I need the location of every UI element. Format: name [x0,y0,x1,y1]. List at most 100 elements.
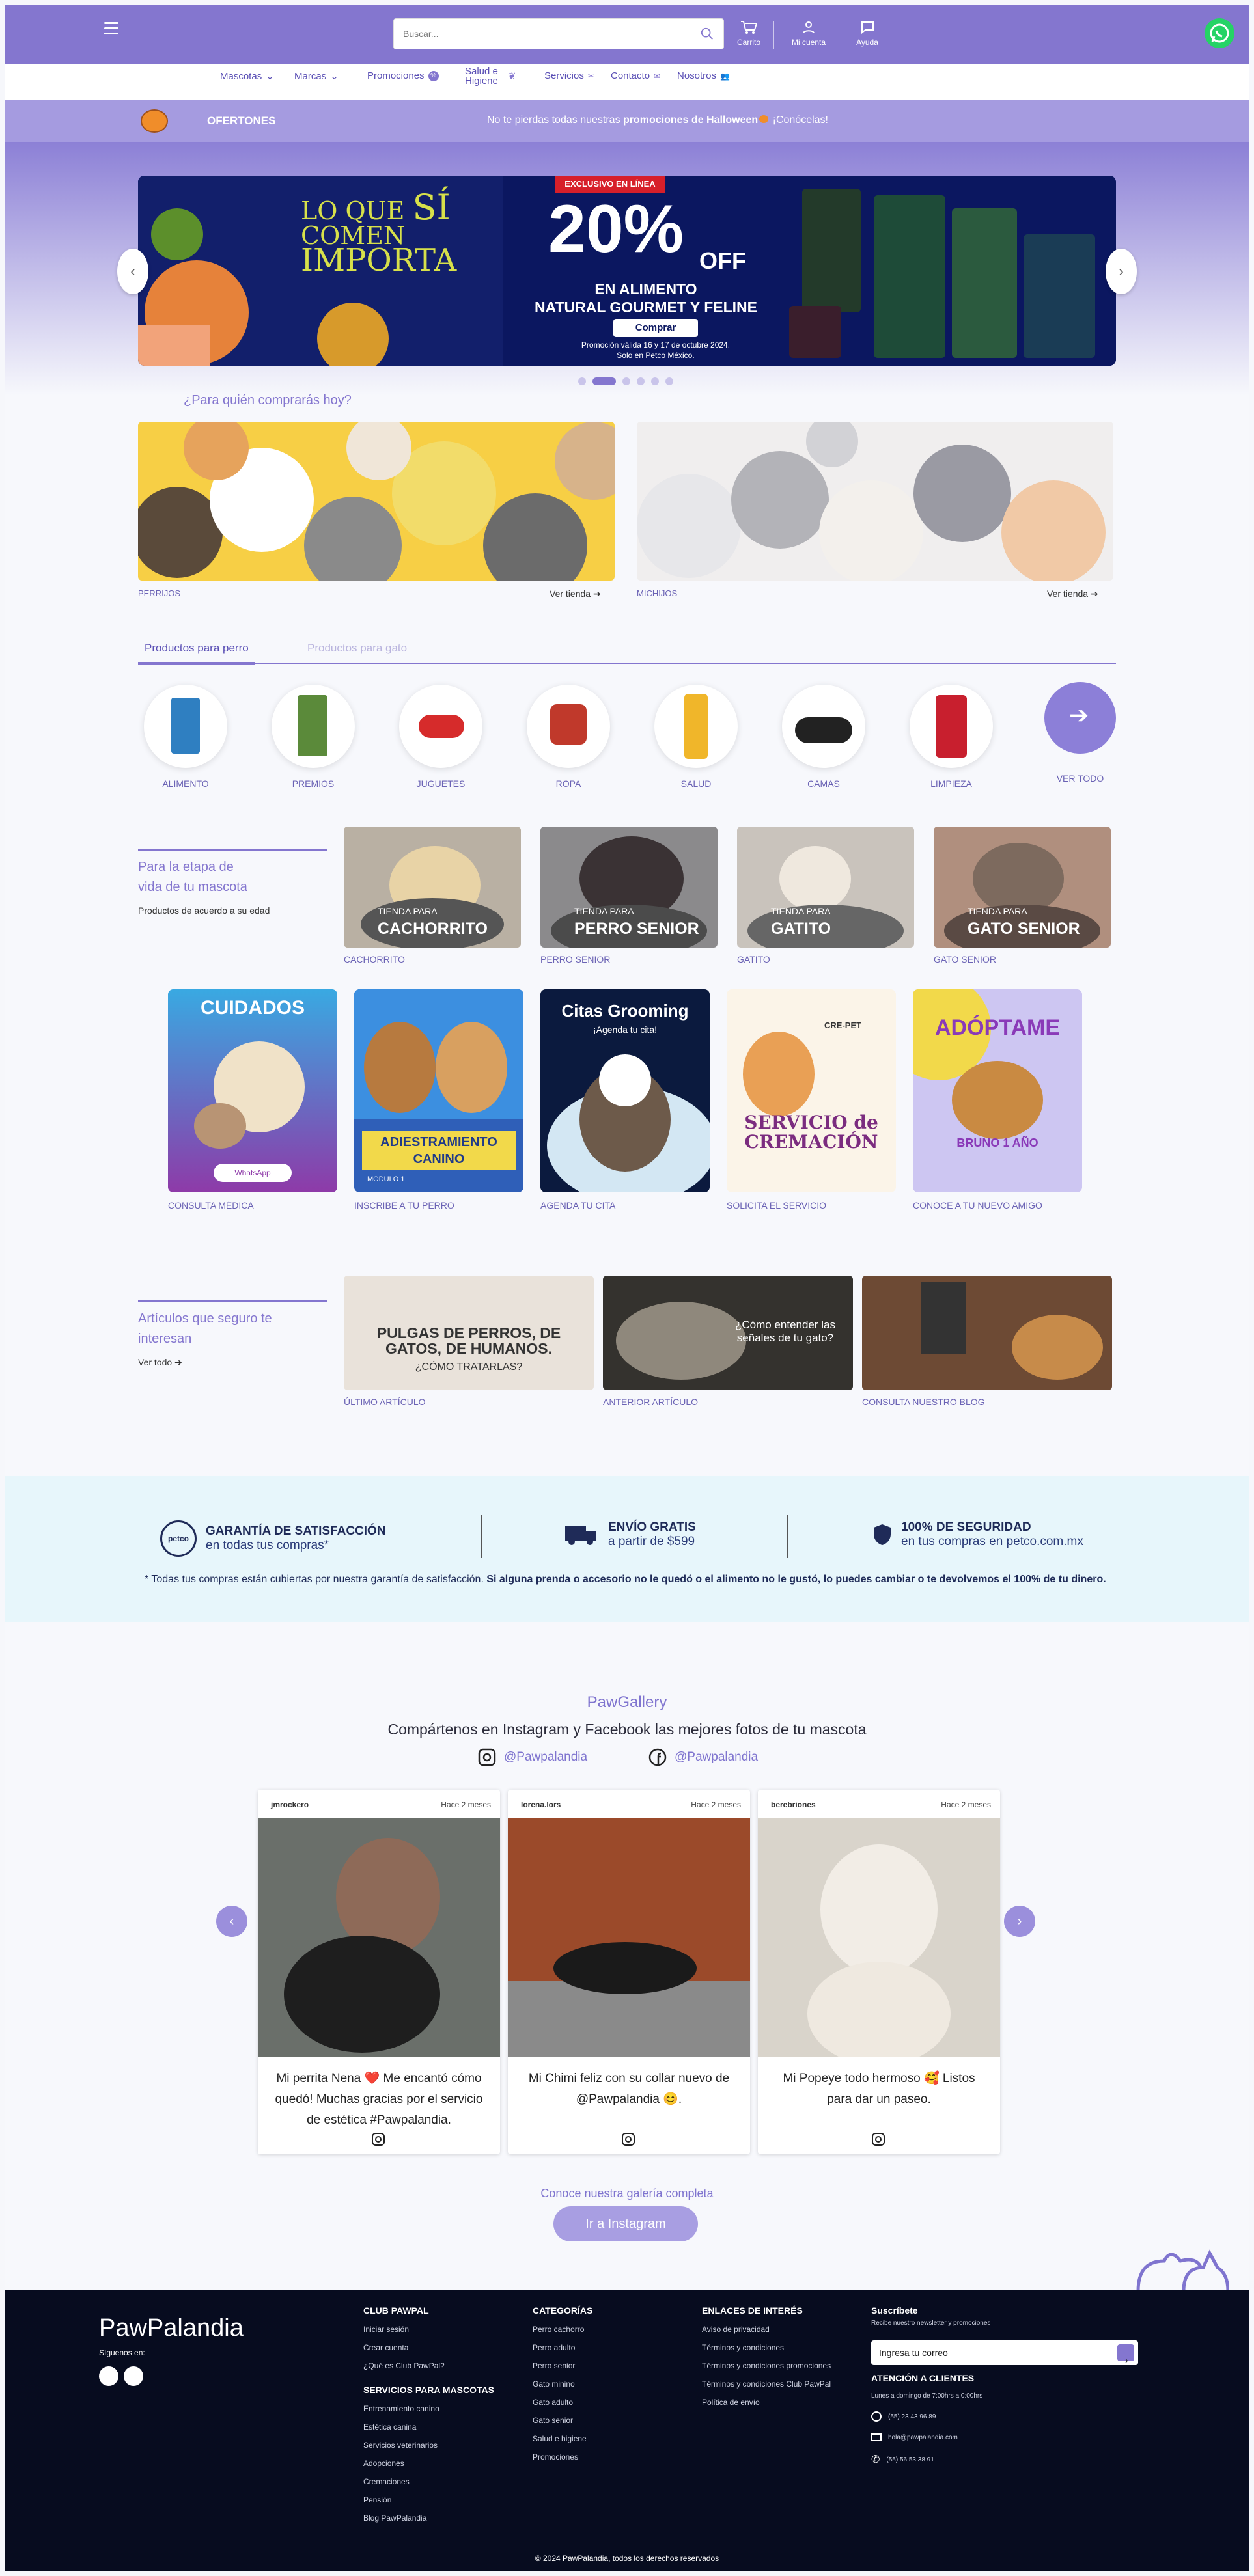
dogs-label[interactable]: PERRIJOS [138,588,180,598]
footer-link[interactable]: Gato minino [533,2379,592,2389]
footer-link[interactable]: Perro adulto [533,2343,592,2352]
footer-link[interactable]: Blog PawPalandia [363,2514,494,2523]
service-label[interactable]: CONOCE A TU NUEVO AMIGO [913,1200,1042,1211]
footer-link[interactable]: Estética canina [363,2422,494,2432]
category-ver-todo[interactable]: ➔ VER TODO [1038,682,1122,784]
service-grooming[interactable]: Citas Grooming ¡Agenda tu cita! [540,989,710,1192]
tab-dog-products[interactable]: Productos para perro [138,642,255,665]
footer-link[interactable]: Promociones [533,2452,592,2461]
carousel-dot-active[interactable] [592,377,616,385]
nav-nosotros[interactable]: Nosotros 👥 [677,70,730,81]
search-icon[interactable] [700,27,714,41]
service-adopcion[interactable]: ADÓPTAME BRUNO 1 AÑO [913,989,1082,1192]
carousel-dot[interactable] [578,377,586,385]
gallery-next-button[interactable]: › [1004,1906,1035,1937]
footer-link[interactable]: Adopciones [363,2459,494,2468]
gallery-prev-button[interactable]: ‹ [216,1906,247,1937]
service-label[interactable]: SOLICITA EL SERVICIO [727,1200,826,1211]
offer-label[interactable]: OFERTONES [207,115,275,128]
article-label[interactable]: ANTERIOR ARTÍCULO [603,1397,698,1407]
dogs-card[interactable] [138,422,615,581]
footer-link[interactable]: Perro senior [533,2361,592,2370]
banner-buy-button[interactable]: Comprar [613,319,698,337]
stage-label[interactable]: GATITO [737,954,770,965]
gallery-post[interactable]: lorena.lors Hace 2 meses Mi Chimi feliz c… [508,1790,750,2154]
search-box[interactable] [393,18,724,49]
nav-servicios[interactable]: Servicios ✂ [544,70,594,81]
footer-link[interactable]: ¿Qué es Club PawPal? [363,2361,494,2370]
category-limpieza[interactable]: LIMPIEZA [909,685,994,789]
service-label[interactable]: CONSULTA MÉDICA [168,1200,254,1211]
footer-link[interactable]: Servicios veterinarios [363,2441,494,2450]
stage-gato-senior[interactable]: TIENDA PARA GATO SENIOR [934,827,1111,948]
offer-message[interactable]: No te pierdas todas nuestras promociones… [487,115,828,126]
stage-label[interactable]: GATO SENIOR [934,954,996,965]
cats-card[interactable] [637,422,1113,581]
article-latest[interactable]: PULGAS DE PERROS, DE GATOS, DE HUMANOS. … [344,1276,594,1390]
facebook-link[interactable]: @Pawpalandia [648,1748,758,1766]
article-blog[interactable] [862,1276,1112,1390]
footer-link[interactable]: Crear cuenta [363,2343,494,2352]
footer-link[interactable]: Política de envío [702,2398,831,2407]
service-consulta[interactable]: CUIDADOS WhatsApp [168,989,337,1192]
category-ropa[interactable]: ROPA [526,685,611,789]
phone-link[interactable]: (55) 56 53 38 91 [886,2456,934,2463]
carousel-dot[interactable] [651,377,659,385]
category-alimento[interactable]: ALIMENTO [143,685,228,789]
instagram-icon[interactable] [99,2366,118,2386]
article-label[interactable]: ÚLTIMO ARTÍCULO [344,1397,426,1407]
tab-cat-products[interactable]: Productos para gato [307,642,407,655]
instagram-link[interactable]: @Pawpalandia [478,1748,587,1766]
footer-link[interactable]: Términos y condiciones [702,2343,831,2352]
stage-perro-senior[interactable]: TIENDA PARA PERRO SENIOR [540,827,718,948]
footer-link[interactable]: Iniciar sesión [363,2325,494,2334]
nav-promociones[interactable]: Promociones% [367,70,439,81]
carousel-dot[interactable] [665,377,673,385]
nav-mascotas[interactable]: Mascotas ⌄ [220,70,274,83]
footer-link[interactable]: Términos y condiciones promociones [702,2361,831,2370]
footer-link[interactable]: Cremaciones [363,2477,494,2486]
email-link[interactable]: hola@pawpalandia.com [888,2434,958,2441]
article-label[interactable]: CONSULTA NUESTRO BLOG [862,1397,985,1407]
go-instagram-button[interactable]: Ir a Instagram [553,2206,698,2241]
category-salud[interactable]: SALUD [654,685,738,789]
nav-salud[interactable]: Salud e Higiene ❦ [465,66,521,86]
facebook-icon[interactable] [124,2366,143,2386]
footer-link[interactable]: Gato senior [533,2416,592,2425]
whatsapp-icon[interactable] [1205,18,1234,48]
help-button[interactable]: Ayuda [841,17,893,56]
stage-gatito[interactable]: TIENDA PARA GATITO [737,827,914,948]
carousel-prev-button[interactable]: ‹ [117,249,148,294]
footer-link[interactable]: Términos y condiciones Club PawPal [702,2379,831,2389]
service-label[interactable]: AGENDA TU CITA [540,1200,615,1211]
gallery-post[interactable]: jmrockero Hace 2 meses Mi perrita Nena ❤️… [258,1790,500,2154]
hero-banner[interactable]: EXCLUSIVO EN LÍNEA LO QUE SÍ COMEN IMPOR… [138,176,1116,366]
footer-link[interactable]: Salud e higiene [533,2434,592,2443]
footer-link[interactable]: Aviso de privacidad [702,2325,831,2334]
menu-icon[interactable] [104,22,118,34]
search-input[interactable] [394,19,680,49]
service-cremacion[interactable]: CRE-PET SERVICIO de CREMACIÓN [727,989,896,1192]
carousel-dot[interactable] [637,377,645,385]
stage-cachorrito[interactable]: TIENDA PARA CACHORRITO [344,827,521,948]
cats-label[interactable]: MICHIJOS [637,588,677,598]
category-juguetes[interactable]: JUGUETES [398,685,483,789]
newsletter-submit-button[interactable]: › [1117,2344,1134,2365]
dogs-store-link[interactable]: Ver tienda ➔ [550,588,601,599]
service-adiestramiento[interactable]: ADIESTRAMIENTO CANINO MODULO 1 [354,989,523,1192]
stage-label[interactable]: CACHORRITO [344,954,405,965]
stage-label[interactable]: PERRO SENIOR [540,954,610,965]
carousel-dot[interactable] [622,377,630,385]
article-previous[interactable]: ¿Cómo entender las señales de tu gato? [603,1276,853,1390]
nav-contacto[interactable]: Contacto ✉ [611,70,660,81]
footer-link[interactable]: Perro cachorro [533,2325,592,2334]
cart-button[interactable]: Carrito [723,17,775,56]
service-label[interactable]: INSCRIBE A TU PERRO [354,1200,454,1211]
gallery-post[interactable]: berebriones Hace 2 meses Mi Popeye todo h… [758,1790,1000,2154]
footer-link[interactable]: Entrenamiento canino [363,2404,494,2413]
category-premios[interactable]: PREMIOS [271,685,355,789]
cats-store-link[interactable]: Ver tienda ➔ [1047,588,1098,599]
footer-link[interactable]: Pensión [363,2495,494,2504]
phone-link[interactable]: (55) 23 43 96 89 [888,2413,936,2420]
account-button[interactable]: Mi cuenta [783,17,835,56]
